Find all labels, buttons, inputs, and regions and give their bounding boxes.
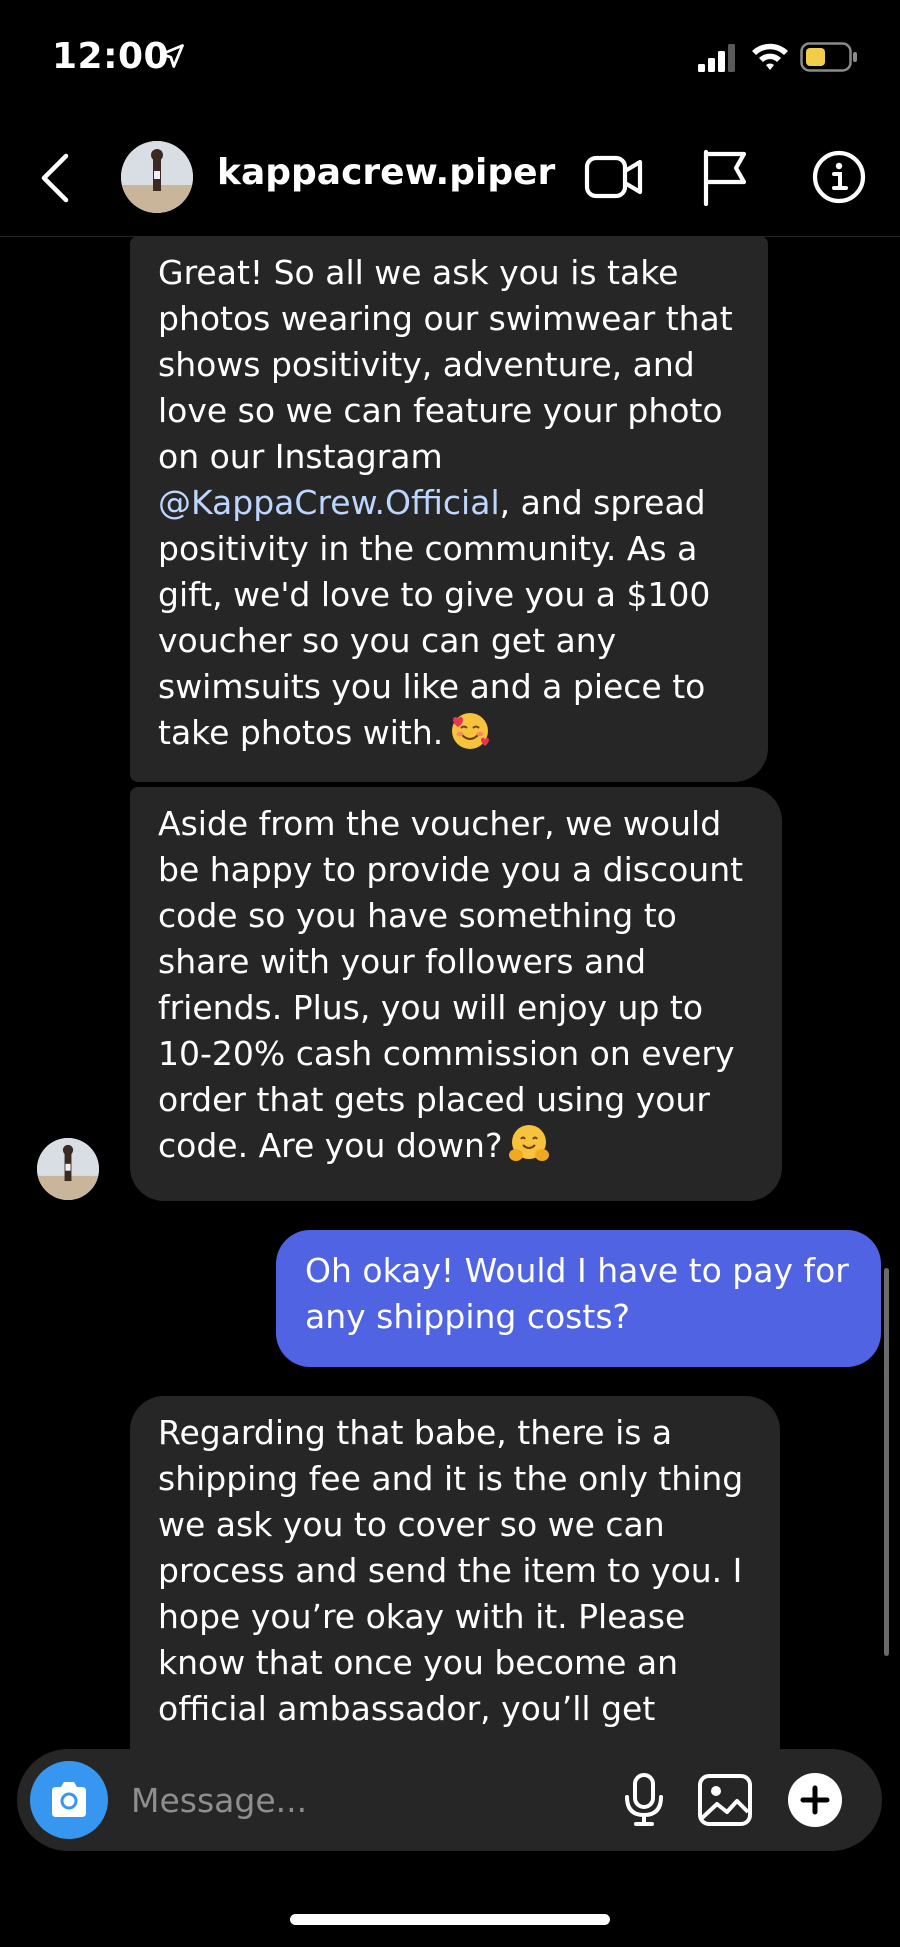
message-text: Regarding that babe, there is a shipping… (158, 1413, 744, 1728)
profile-photo (37, 1138, 99, 1200)
profile-photo (121, 141, 193, 213)
wifi-icon (752, 43, 788, 70)
scrollbar[interactable] (884, 1268, 889, 1656)
battery-icon (800, 42, 857, 72)
plus-icon (800, 1785, 830, 1815)
incoming-message[interactable]: Great! So all we ask you is take photos … (130, 236, 768, 782)
chat-username[interactable]: kappacrew.piper (217, 152, 555, 193)
gallery-icon[interactable] (697, 1773, 753, 1827)
message-text: Aside from the voucher, we would be happ… (158, 804, 744, 1165)
location-arrow-icon (160, 44, 184, 68)
message-composer (17, 1749, 882, 1851)
avatar[interactable] (121, 141, 193, 213)
status-bar: 12:00 (0, 0, 900, 120)
status-time: 12:00 (52, 36, 170, 77)
chat-header: kappacrew.piper (0, 120, 900, 237)
video-call-icon[interactable] (584, 152, 644, 202)
back-icon[interactable] (36, 150, 76, 206)
smiling-face-with-hearts-icon (452, 713, 490, 749)
home-indicator[interactable] (290, 1914, 610, 1925)
message-text: Great! So all we ask you is take photos … (158, 253, 733, 476)
incoming-message[interactable]: Aside from the voucher, we would be happ… (130, 787, 782, 1201)
plus-button[interactable] (788, 1773, 842, 1827)
camera-button[interactable] (30, 1761, 108, 1839)
sender-avatar[interactable] (37, 1138, 99, 1200)
message-input[interactable] (129, 1771, 603, 1829)
outgoing-message[interactable]: Oh okay! Would I have to pay for any shi… (276, 1230, 881, 1367)
message-text: , and spread positivity in the community… (158, 483, 711, 752)
info-icon[interactable] (812, 150, 866, 204)
incoming-message[interactable]: Regarding that babe, there is a shipping… (130, 1396, 780, 1796)
mention-link[interactable]: @KappaCrew.Official (158, 483, 500, 522)
hugging-face-icon (509, 1125, 550, 1161)
flag-icon[interactable] (700, 148, 750, 206)
cellular-signal-icon (698, 44, 735, 72)
camera-icon (52, 1782, 86, 1817)
microphone-icon[interactable] (619, 1773, 669, 1827)
message-text: Oh okay! Would I have to pay for any shi… (305, 1251, 849, 1336)
dm-screen: 12:00 kappacrew.piper Great! So all we a… (0, 0, 900, 1947)
